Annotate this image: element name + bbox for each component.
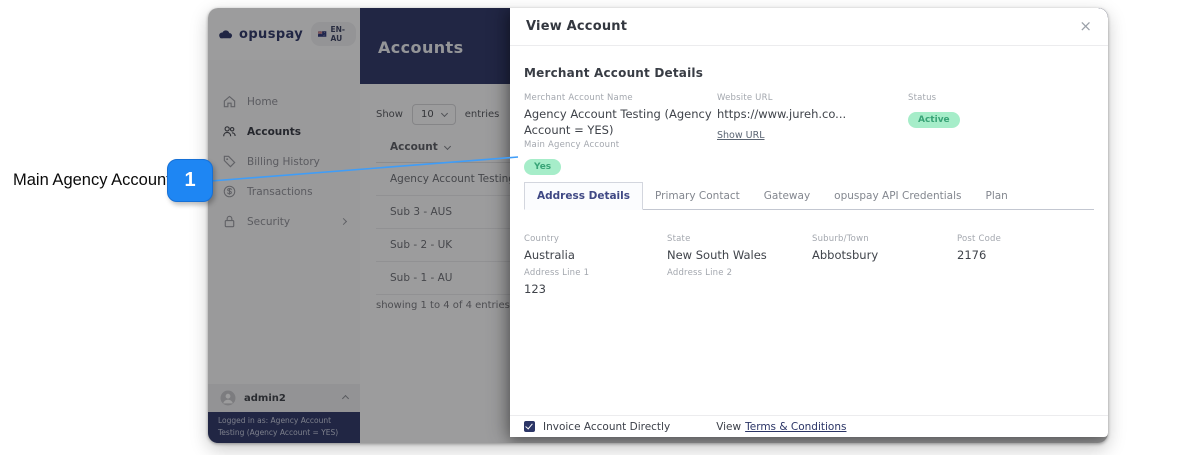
field-label: Website URL: [717, 93, 773, 103]
panel-title: View Account: [526, 19, 628, 34]
invoice-directly-checkbox[interactable]: [524, 421, 535, 432]
field-label: State: [667, 234, 691, 244]
view-account-panel: View Account × Merchant Account Details …: [510, 8, 1108, 437]
address-line-2-field: Address Line 2: [667, 268, 802, 282]
field-label: Status: [908, 93, 937, 103]
section-title: Merchant Account Details: [524, 66, 704, 80]
merchant-account-name-field: Merchant Account Name Agency Account Tes…: [524, 93, 714, 138]
panel-footer: Invoice Account Directly View Terms & Co…: [510, 415, 1108, 437]
tab-address-details[interactable]: Address Details: [524, 182, 644, 210]
field-value: 123: [524, 282, 546, 296]
field-value: 2176: [957, 248, 987, 262]
terms-row: View Terms & Conditions: [716, 421, 846, 433]
annotation-step-marker: 1: [167, 159, 213, 202]
tab-primary-contact[interactable]: Primary Contact: [643, 183, 752, 209]
field-label: Address Line 2: [667, 268, 733, 278]
field-label: Address Line 1: [524, 268, 590, 278]
field-value: https://www.jureh.co...: [717, 107, 847, 121]
annotation-label: Main Agency Account: [13, 171, 171, 189]
tab-opuspay-api-credentials[interactable]: opuspay API Credentials: [822, 183, 973, 209]
app-window: opuspay EN-AU Home Accounts Billing Hist…: [208, 8, 1108, 443]
panel-header: View Account ×: [510, 8, 1108, 46]
checkbox-label: Invoice Account Directly: [543, 420, 671, 433]
address-line-1-field: Address Line 1 123: [524, 268, 654, 298]
suburb-town-field: Suburb/Town Abbotsbury: [812, 234, 942, 264]
state-field: State New South Wales: [667, 234, 802, 264]
status-badge: Active: [908, 112, 960, 128]
field-value: Australia: [524, 248, 575, 262]
field-label: Country: [524, 234, 560, 244]
show-url-link[interactable]: Show URL: [717, 130, 765, 141]
terms-and-conditions-link[interactable]: Terms & Conditions: [745, 421, 846, 433]
field-label: Merchant Account Name: [524, 93, 633, 103]
field-value: Abbotsbury: [812, 248, 879, 262]
post-code-field: Post Code 2176: [957, 234, 1077, 264]
status-field: Status Active: [908, 93, 960, 128]
tab-gateway[interactable]: Gateway: [752, 183, 822, 209]
country-field: Country Australia: [524, 234, 654, 264]
detail-tabs: Address Details Primary Contact Gateway …: [524, 182, 1094, 210]
field-label: Main Agency Account: [524, 140, 620, 150]
website-url-field: Website URL https://www.jureh.co... Show…: [717, 93, 897, 142]
main-agency-account-field: Main Agency Account Yes: [524, 140, 619, 175]
panel-body: Merchant Account Details Merchant Accoun…: [510, 46, 1108, 415]
main-agency-badge: Yes: [524, 159, 562, 175]
tab-plan[interactable]: Plan: [974, 183, 1020, 209]
field-label: Suburb/Town: [812, 234, 869, 244]
field-value: New South Wales: [667, 248, 767, 262]
field-value: Agency Account Testing (Agency Account =…: [524, 107, 712, 137]
field-label: Post Code: [957, 234, 1002, 244]
view-label: View: [716, 420, 742, 433]
close-icon[interactable]: ×: [1079, 19, 1092, 34]
